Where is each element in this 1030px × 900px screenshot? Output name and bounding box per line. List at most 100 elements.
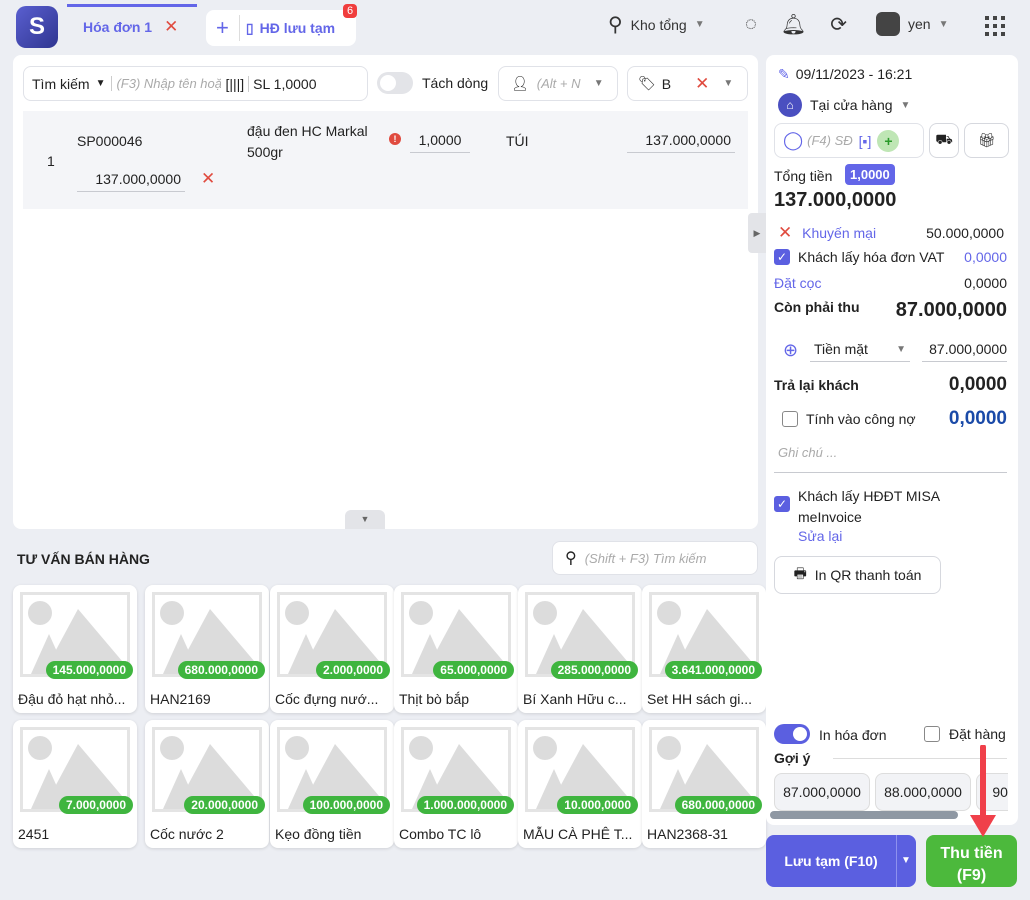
product-price: 1.000.000,0000 [416, 796, 514, 814]
product-card[interactable]: 20.000,0000 Cốc nước 2 [145, 720, 269, 848]
vat-checkbox[interactable]: ✓ [774, 249, 790, 265]
product-name: MẪU CÀ PHÊ T... [523, 826, 633, 842]
product-name: Cốc đựng nướ... [275, 691, 379, 707]
close-tab-icon[interactable]: ✕ [164, 17, 178, 37]
product-card[interactable]: 3.641.000,0000 Set HH sách gi... [642, 585, 766, 713]
debt-checkbox[interactable] [782, 411, 798, 427]
line-total-field[interactable]: 137.000,0000 [77, 167, 185, 192]
price-field[interactable]: 137.000,0000 [627, 128, 735, 153]
search-icon: ⚲ [565, 550, 577, 567]
user-menu[interactable]: yen ▼ [876, 12, 948, 36]
customer-search[interactable]: ◯ (F4) SĐ [▪] + [774, 123, 924, 158]
product-card[interactable]: 65.000,0000 Thịt bò bắp [394, 585, 518, 713]
add-customer-icon[interactable]: + [877, 129, 900, 152]
expand-right-handle[interactable]: ▶ [748, 213, 766, 253]
barcode-icon[interactable]: [|||] [225, 76, 244, 92]
quantity-input[interactable]: SL 1,0000 [248, 75, 317, 92]
row-index: 1 [47, 153, 55, 169]
scan-face-icon[interactable]: [▪] [859, 133, 872, 149]
print-qr-label: In QR thanh toán [814, 567, 922, 583]
product-card[interactable]: 100.000,0000 Kẹo đồng tiền [270, 720, 394, 848]
collapse-handle[interactable]: ▼ [345, 510, 385, 529]
save-options-chevron-icon[interactable]: ▼ [896, 835, 911, 887]
bell-icon[interactable]: 🔔︎ [781, 12, 806, 37]
product-card[interactable]: 285.000,0000 Bí Xanh Hữu c... [518, 585, 642, 713]
delivery-button[interactable]: ⛟ [929, 123, 959, 158]
product-name: đậu đen HC Markal 500gr [247, 123, 368, 160]
promo-link[interactable]: Khuyến mại [802, 225, 876, 241]
print-invoice-toggle[interactable] [774, 724, 810, 744]
tab-label: Hóa đơn 1 [83, 18, 153, 35]
sync-icon[interactable]: ⟳ [830, 12, 847, 37]
due-amount: 87.000,0000 [895, 299, 1007, 321]
warehouse-select[interactable]: ⚲ Kho tổng ▼ [608, 12, 705, 37]
edit-icon[interactable]: ✎ [778, 66, 790, 83]
channel-select[interactable]: ⌂ Tại cửa hàng ▼ [778, 93, 910, 117]
payment-method-select[interactable]: Tiền mặt ▼ [810, 337, 910, 362]
search-mode-select[interactable]: Tìm kiếm [24, 76, 96, 92]
product-card[interactable]: 10.000,0000 MẪU CÀ PHÊ T... [518, 720, 642, 848]
product-card[interactable]: 2.000,0000 Cốc đựng nướ... [270, 585, 394, 713]
quantity-field[interactable]: 1,0000 [410, 128, 470, 153]
product-name: Cốc nước 2 [150, 826, 224, 842]
product-card[interactable]: 680.000,0000 HAN2169 [145, 585, 269, 713]
gift-button[interactable]: 🎁︎ [964, 123, 1009, 158]
pay-button[interactable]: Thu tiền (F9) [926, 835, 1017, 887]
product-price: 10.000,0000 [557, 796, 638, 814]
saved-invoices-tab[interactable]: + ▯ HĐ lưu tạm [206, 10, 356, 46]
saved-count-badge: 6 [343, 4, 358, 18]
payment-amount-input[interactable]: 87.000,0000 [922, 337, 1007, 362]
einvoice-checkbox[interactable]: ✓ [774, 496, 790, 512]
save-draft-label: Lưu tạm (F10) [784, 853, 878, 869]
invoice-datetime[interactable]: 09/11/2023 - 16:21 [796, 66, 913, 83]
print-qr-button[interactable]: 🖶︎ In QR thanh toán [774, 556, 941, 594]
product-price: 680.000,0000 [177, 661, 265, 679]
suggest-amount-chip[interactable]: 87.000,0000 [774, 773, 870, 811]
messenger-icon[interactable]: ◌ [745, 13, 757, 36]
remove-promo-icon[interactable]: ✕ [778, 223, 792, 242]
product-card[interactable]: 145.000,0000 Đậu đỏ hạt nhỏ... [13, 585, 137, 713]
cart-row[interactable]: 1 SP000046 đậu đen HC Markal 500gr ! 1,0… [23, 111, 748, 209]
price-list-select[interactable]: 🏷︎ B ✕ ▼ [627, 66, 748, 101]
einvoice-label: Khách lấy HĐĐT MISA meInvoice [798, 488, 940, 525]
edit-einvoice-link[interactable]: Sửa lại [798, 528, 842, 544]
save-draft-button[interactable]: Lưu tạm (F10) ▼ [766, 835, 916, 887]
product-price: 7.000,0000 [58, 796, 133, 814]
warning-icon[interactable]: ! [389, 133, 401, 145]
suggest-amount-chip[interactable]: 88.000,0000 [875, 773, 971, 811]
suggest-scrollbar[interactable] [770, 811, 958, 819]
deposit-link[interactable]: Đặt cọc [774, 275, 821, 291]
product-price: 2.000,0000 [315, 661, 390, 679]
note-input[interactable]: Ghi chú ... [774, 443, 1007, 473]
order-label: Đặt hàng [949, 726, 1006, 742]
remove-item-icon[interactable]: ✕ [201, 169, 215, 189]
suggest-search[interactable]: ⚲ (Shift + F3) Tìm kiếm [552, 541, 758, 575]
tab-invoice-1[interactable]: Hóa đơn 1 ✕ [67, 4, 197, 46]
add-tab-icon[interactable]: + [206, 15, 240, 41]
staff-select[interactable]: 👤︎ (Alt + N ▼ [498, 66, 618, 101]
split-line-toggle[interactable] [377, 72, 413, 94]
saved-tab-label: HĐ lưu tạm [259, 20, 336, 36]
username: yen [908, 16, 931, 32]
product-price: 3.641.000,0000 [664, 661, 762, 679]
product-card[interactable]: 1.000.000,0000 Combo TC lô [394, 720, 518, 848]
search-input[interactable]: (F3) Nhập tên hoặc mã [111, 76, 221, 91]
deposit-amount: 0,0000 [964, 275, 1007, 291]
suggest-label: Gợi ý [774, 750, 811, 766]
product-card[interactable]: 7.000,0000 2451 [13, 720, 137, 848]
product-name: Đậu đỏ hạt nhỏ... [18, 691, 126, 707]
product-search[interactable]: Tìm kiếm▼ (F3) Nhập tên hoặc mã [|||] SL… [23, 66, 368, 101]
avatar [876, 12, 900, 36]
staff-icon: 👤︎ [511, 75, 529, 91]
order-checkbox[interactable] [924, 726, 940, 742]
vat-amount[interactable]: 0,0000 [964, 249, 1007, 265]
product-card[interactable]: 680.000,0000 HAN2368-31 [642, 720, 766, 848]
store-icon: ⌂ [778, 93, 802, 117]
add-payment-icon[interactable]: ⊕ [783, 340, 798, 361]
product-price: 680.000,0000 [674, 796, 762, 814]
clear-price-list-icon[interactable]: ✕ [695, 74, 709, 94]
section-title: TƯ VẤN BÁN HÀNG [17, 551, 150, 567]
apps-grid-icon[interactable] [985, 16, 1005, 36]
debt-amount: 0,0000 [948, 408, 1007, 429]
total-label: Tổng tiền [774, 168, 833, 184]
